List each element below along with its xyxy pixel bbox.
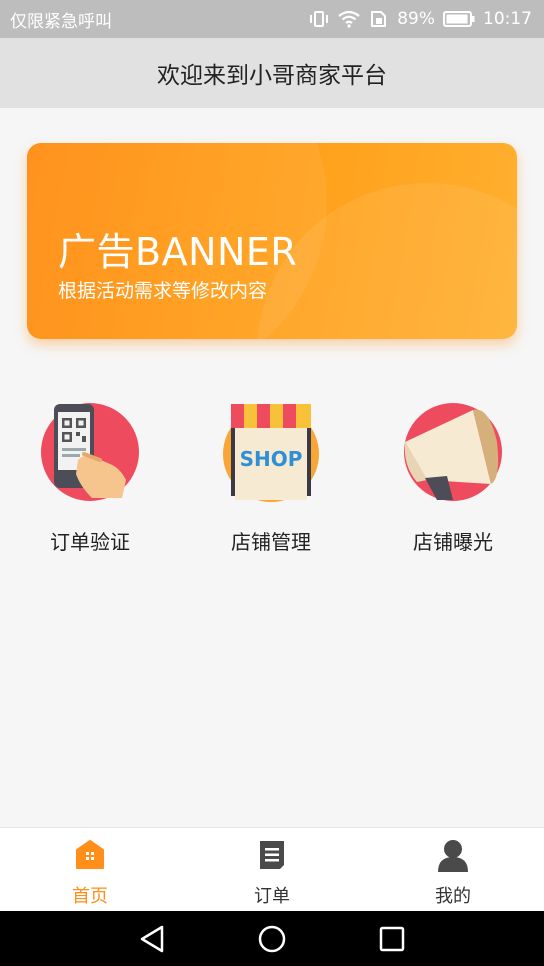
tab-orders[interactable]: 订单: [212, 838, 332, 908]
status-bar: 仅限紧急呼叫 89% 10:17: [0, 0, 544, 38]
feature-shop-manage[interactable]: SHOP 店铺管理: [206, 402, 336, 555]
svg-text:SHOP: SHOP: [240, 447, 303, 471]
ad-banner[interactable]: 广告BANNER 根据活动需求等修改内容: [27, 143, 517, 339]
tab-profile[interactable]: 我的: [393, 838, 513, 908]
vibrate-icon: [310, 11, 329, 27]
feature-grid: 订单验证 SHOP 店铺管理 店铺曝光: [0, 402, 544, 562]
shop-icon: SHOP: [223, 404, 319, 502]
back-icon[interactable]: [136, 923, 168, 955]
feature-shop-exposure[interactable]: 店铺曝光: [388, 402, 518, 555]
feature-label: 订单验证: [50, 530, 130, 554]
tab-label: 首页: [72, 886, 108, 907]
megaphone-icon: [404, 403, 502, 501]
tab-label: 我的: [435, 886, 471, 907]
order-icon: [260, 841, 284, 869]
qr-scan-icon: [41, 403, 139, 501]
battery-percent: 89%: [397, 9, 435, 29]
feature-order-verify[interactable]: 订单验证: [25, 402, 155, 555]
sim-icon: [371, 11, 387, 27]
bottom-tab-bar: 首页 订单 我的: [0, 827, 544, 912]
carrier-text: 仅限紧急呼叫: [10, 11, 112, 32]
home-nav-icon[interactable]: [256, 923, 288, 955]
system-nav-bar: [0, 911, 544, 966]
tab-home[interactable]: 首页: [30, 838, 150, 908]
home-icon: [76, 840, 104, 869]
wifi-icon: [338, 10, 360, 28]
tab-label: 订单: [254, 886, 290, 907]
recents-icon[interactable]: [376, 923, 408, 955]
banner-title: 广告BANNER: [58, 230, 298, 274]
banner-subtitle: 根据活动需求等修改内容: [58, 280, 268, 302]
feature-label: 店铺曝光: [413, 530, 493, 554]
battery-icon: [443, 11, 475, 27]
feature-label: 店铺管理: [231, 530, 311, 554]
header: 欢迎来到小哥商家平台: [0, 38, 544, 108]
profile-icon: [438, 840, 468, 872]
status-icons: 89% 10:17: [309, 9, 532, 29]
page-title: 欢迎来到小哥商家平台: [157, 63, 387, 89]
clock: 10:17: [483, 9, 532, 29]
